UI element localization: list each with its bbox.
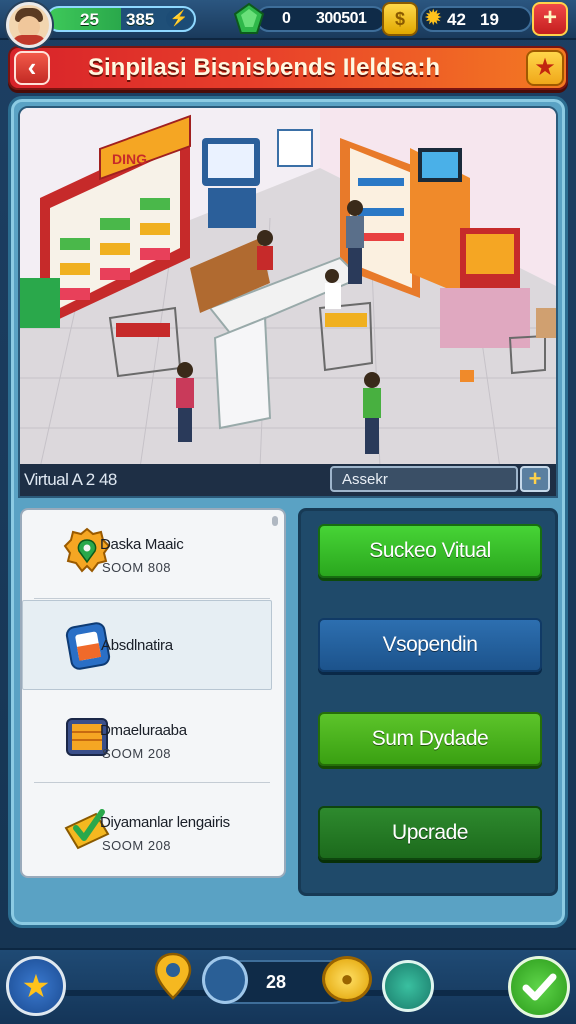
- star-icon[interactable]: ★: [6, 956, 66, 1016]
- expand-button[interactable]: Vsopendin: [318, 618, 542, 672]
- confirm-check-icon[interactable]: [508, 956, 570, 1018]
- item-name: Absdlnatira: [101, 637, 173, 654]
- cart-count-value: 28: [266, 972, 287, 992]
- xp-level-value: 25: [80, 10, 99, 29]
- store-scene[interactable]: DING: [18, 106, 558, 466]
- green-gem-icon: [233, 2, 265, 34]
- cash-value: 300501: [316, 10, 367, 27]
- store-illustration: DING: [20, 108, 556, 464]
- summary-upgrade-button[interactable]: Sum Dydade: [318, 712, 542, 766]
- item-name: Diyamanlar lengairis: [100, 814, 230, 831]
- item-name: Daska Maaic: [100, 536, 184, 553]
- add-currency-button[interactable]: +: [532, 2, 568, 36]
- list-item[interactable]: Daska Maaic SOOM 808: [22, 514, 272, 596]
- gem-value: 0: [282, 10, 291, 27]
- store-sign-text: DING: [112, 151, 147, 167]
- store-info-label: Virtual A 2 48: [24, 470, 117, 489]
- energy-value: 42: [447, 10, 466, 29]
- item-subtext: SOOM 808: [102, 560, 172, 575]
- resource-value: 19: [480, 10, 499, 29]
- xp-points-value: 385: [126, 10, 155, 29]
- checkmark-icon: [522, 973, 557, 1001]
- page-title: Sinpilasi Bisnisbends Ileldsa:h: [88, 54, 441, 81]
- character-icon[interactable]: [382, 960, 434, 1012]
- item-subtext: SOOM 208: [102, 838, 172, 853]
- upgrade-button[interactable]: Upcrade: [318, 806, 542, 860]
- back-button[interactable]: ‹: [14, 51, 50, 85]
- item-name: Dmaeluraaba: [100, 722, 187, 739]
- coin-icon[interactable]: ●: [322, 956, 372, 1002]
- location-pin-icon[interactable]: [152, 952, 194, 1002]
- sun-energy-icon: ✹: [424, 5, 443, 30]
- shopping-cart-icon[interactable]: [202, 956, 248, 1004]
- list-scrollbar[interactable]: [272, 516, 278, 526]
- favorite-star-button[interactable]: ★: [526, 50, 564, 86]
- list-item[interactable]: Dmaeluraaba SOOM 208: [22, 694, 272, 782]
- list-item[interactable]: Absdlnatira: [22, 600, 272, 690]
- player-avatar[interactable]: [6, 2, 52, 48]
- list-divider: [34, 782, 270, 783]
- virtual-shop-button[interactable]: Suckeo Vitual: [318, 524, 542, 578]
- list-divider: [34, 598, 270, 599]
- list-item[interactable]: Diyamanlar lengairis SOOM 208: [22, 786, 272, 874]
- heartbeat-icon[interactable]: ⚡: [166, 8, 192, 30]
- gold-bag-icon[interactable]: $: [382, 2, 418, 36]
- item-subtext: SOOM 208: [102, 746, 172, 761]
- search-input[interactable]: [330, 466, 518, 492]
- add-item-button[interactable]: +: [520, 466, 550, 492]
